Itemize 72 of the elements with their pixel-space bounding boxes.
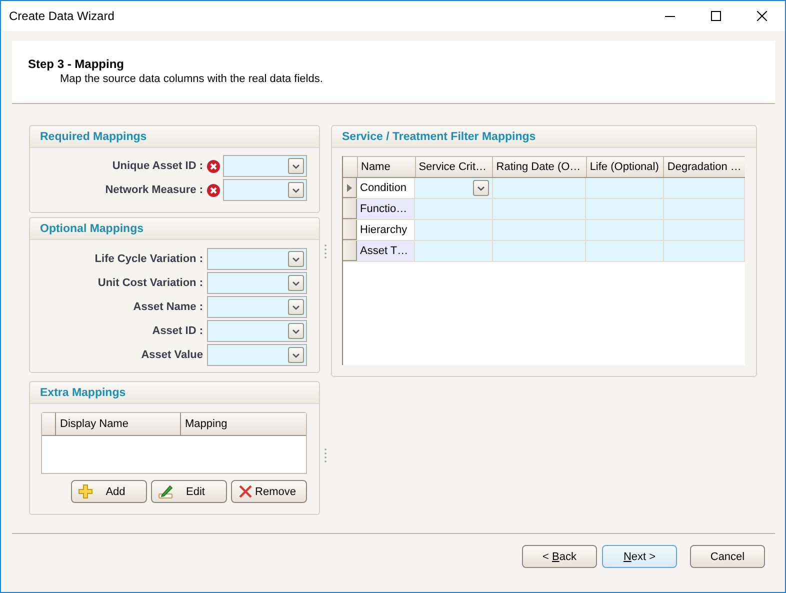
dropdown-button[interactable] xyxy=(288,323,304,340)
field-label: Asset Value xyxy=(141,349,203,362)
table-cell[interactable] xyxy=(586,241,664,261)
group-title: Extra Mappings xyxy=(40,386,126,399)
row-header[interactable] xyxy=(343,178,357,198)
dialog-button[interactable]: Cancel xyxy=(690,545,765,568)
x-icon xyxy=(238,484,253,500)
column-header[interactable]: Name xyxy=(358,157,416,177)
row-header[interactable] xyxy=(343,220,357,240)
field-label: Unit Cost Variation : xyxy=(98,277,203,290)
table-cell[interactable] xyxy=(492,199,586,219)
column-header: Mapping xyxy=(184,417,228,432)
group-title: Required Mappings xyxy=(40,130,147,142)
field-label: Network Measure : xyxy=(105,184,203,196)
table-cell[interactable] xyxy=(586,199,664,219)
dropdown-button[interactable] xyxy=(288,158,304,174)
dialog-button[interactable]: < Back xyxy=(522,545,597,568)
dropdown-button[interactable] xyxy=(472,180,489,196)
field-label: Asset ID : xyxy=(152,325,203,338)
dropdown-field[interactable] xyxy=(207,272,307,294)
plus-icon xyxy=(78,484,93,500)
column-header[interactable]: Degradation … xyxy=(664,157,745,177)
dropdown-field[interactable] xyxy=(207,320,307,342)
column-header[interactable]: Service Crit… xyxy=(416,157,494,177)
group-title: Service / Treatment Filter Mappings xyxy=(342,130,536,142)
column-header[interactable]: Rating Date (O… xyxy=(493,157,587,177)
dropdown-button[interactable] xyxy=(288,347,304,364)
dropdown-field[interactable] xyxy=(207,248,307,270)
table-cell[interactable] xyxy=(492,241,586,261)
table-cell: Asset T… xyxy=(357,241,415,261)
table-cell[interactable] xyxy=(414,241,493,261)
table-cell[interactable] xyxy=(664,178,745,198)
dropdown-field[interactable] xyxy=(207,344,307,366)
column-header: Display Name xyxy=(56,413,181,436)
table-cell[interactable] xyxy=(492,220,586,240)
grip-icon xyxy=(324,244,327,259)
edit-button[interactable]: Edit xyxy=(151,480,227,504)
table-cell[interactable] xyxy=(414,178,493,198)
grip-icon xyxy=(324,448,327,463)
dropdown-button[interactable] xyxy=(288,299,304,316)
column-header[interactable]: Life (Optional) xyxy=(586,157,664,177)
field-label: Unique Asset ID : xyxy=(112,160,203,172)
dropdown-button[interactable] xyxy=(288,182,304,198)
table-cell[interactable] xyxy=(586,178,664,198)
table-cell[interactable] xyxy=(414,199,493,219)
maximize-button[interactable] xyxy=(711,11,721,21)
table-cell[interactable] xyxy=(414,220,493,240)
table-cell[interactable] xyxy=(664,220,745,240)
step-title: Step 3 - Mapping xyxy=(28,57,125,71)
dropdown-field[interactable] xyxy=(223,155,307,177)
group-title: Optional Mappings xyxy=(40,222,144,235)
table-cell[interactable] xyxy=(664,241,745,261)
add-button[interactable]: Add xyxy=(71,480,147,504)
dropdown-button[interactable] xyxy=(288,275,304,292)
pencil-icon xyxy=(158,484,173,500)
dropdown-button[interactable] xyxy=(288,251,304,268)
dropdown-field[interactable] xyxy=(223,179,307,201)
table-cell[interactable] xyxy=(664,199,745,219)
table-cell: Functio… xyxy=(357,199,415,219)
dropdown-field[interactable] xyxy=(207,296,307,318)
dialog-button[interactable]: Next > xyxy=(602,545,677,568)
remove-button[interactable]: Remove xyxy=(231,480,307,504)
step-description: Map the source data columns with the real data fields. xyxy=(59,73,324,85)
window-title: Create Data Wizard xyxy=(8,9,116,23)
close-button[interactable] xyxy=(757,11,767,21)
field-label: Life Cycle Variation : xyxy=(94,253,203,266)
table-cell[interactable] xyxy=(586,220,664,240)
field-label: Asset Name : xyxy=(133,301,203,314)
row-header[interactable] xyxy=(343,199,357,219)
table-cell[interactable] xyxy=(492,178,586,198)
current-row-icon xyxy=(347,184,352,192)
row-header[interactable] xyxy=(343,241,357,261)
